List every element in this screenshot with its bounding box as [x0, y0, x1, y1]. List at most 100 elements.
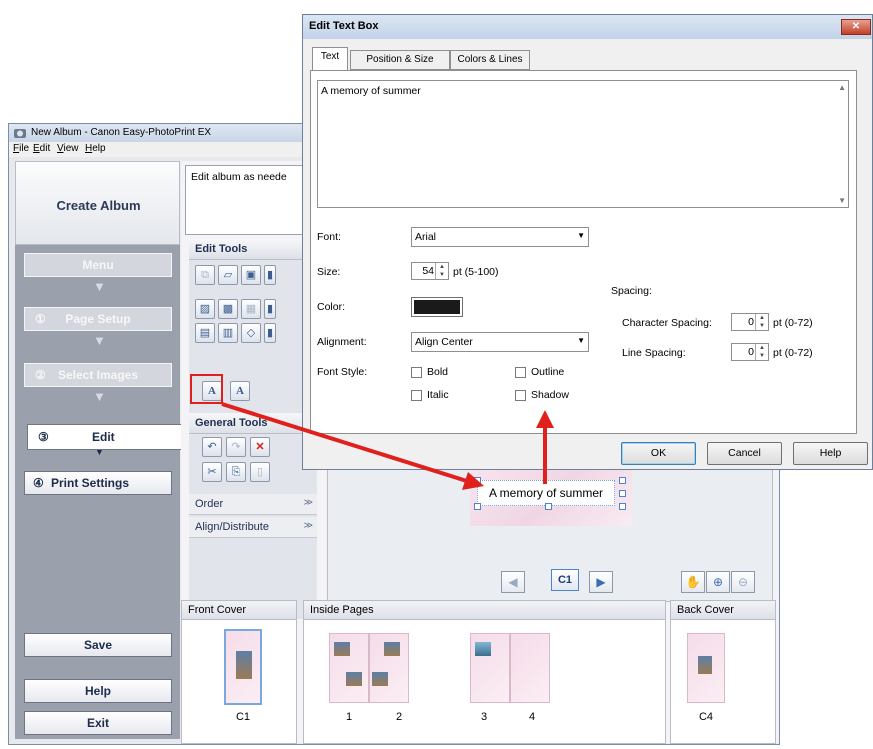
background-icon[interactable]: ▥	[218, 323, 238, 343]
cut-icon[interactable]: ✂	[202, 462, 222, 482]
resize-handle[interactable]	[619, 490, 626, 497]
page-label-2: 2	[395, 711, 403, 723]
alignment-value: Align Center	[415, 336, 473, 348]
frame-icon[interactable]: ▤	[195, 323, 215, 343]
outline-checkbox[interactable]	[515, 367, 526, 378]
order-section[interactable]: Order ≫	[189, 494, 317, 515]
more-tool-icon[interactable]: ▮	[264, 265, 276, 285]
menu-view[interactable]: View	[57, 143, 79, 154]
resize-handle[interactable]	[545, 503, 552, 510]
align-distribute-section[interactable]: Align/Distribute ≫	[189, 517, 317, 538]
alignment-dropdown[interactable]: Align Center ▼	[411, 332, 589, 352]
save-button[interactable]: Save	[24, 633, 172, 657]
back-cover-thumbnail[interactable]	[687, 633, 725, 703]
stepper-arrows-icon[interactable]: ▲ ▼	[755, 314, 768, 330]
stepper-arrows-icon[interactable]: ▲ ▼	[755, 344, 768, 360]
font-dropdown[interactable]: Arial ▼	[411, 227, 589, 247]
close-icon[interactable]: ✕	[841, 19, 871, 35]
ok-button[interactable]: OK	[621, 442, 696, 465]
copy-icon[interactable]: ⧉	[195, 265, 215, 285]
tab-position-size[interactable]: Position & Size	[350, 50, 450, 70]
menu-button[interactable]: Menu	[24, 253, 172, 277]
front-cover-heading: Front Cover	[182, 601, 296, 620]
layout-icon[interactable]: ▣	[241, 265, 261, 285]
front-cover-heading-label: Front Cover	[188, 604, 247, 616]
crop-icon[interactable]: ▦	[241, 299, 261, 319]
page-label-3: 3	[480, 711, 488, 723]
character-spacing-stepper[interactable]: 0 ▲ ▼	[731, 313, 769, 331]
hand-tool-icon[interactable]: ✋	[681, 571, 705, 593]
page-label-4: 4	[528, 711, 536, 723]
app-icon	[14, 129, 26, 138]
page-edit-icon[interactable]: ▱	[218, 265, 238, 285]
resize-handle[interactable]	[619, 503, 626, 510]
font-value: Arial	[415, 231, 437, 243]
italic-checkbox[interactable]	[411, 390, 422, 401]
line-spacing-value: 0	[748, 346, 754, 358]
menu-button-label: Menu	[82, 258, 114, 272]
add-vertical-text-icon[interactable]: A	[230, 381, 250, 401]
inside-page-1-thumbnail[interactable]	[329, 633, 369, 703]
character-spacing-range: pt (0-72)	[773, 317, 813, 329]
scroll-up-icon[interactable]: ▲	[838, 83, 846, 92]
resize-handle[interactable]	[474, 477, 481, 484]
page-indicator: C1	[551, 569, 579, 591]
exit-button[interactable]: Exit	[24, 711, 172, 735]
edit-text-box-dialog: Edit Text Box ✕ Text Position & Size Col…	[302, 14, 873, 470]
resize-handle[interactable]	[474, 503, 481, 510]
previous-page-button[interactable]: ◀	[501, 571, 525, 593]
help-button[interactable]: Help	[793, 442, 868, 465]
copy-icon[interactable]: ⎘	[226, 462, 246, 482]
inside-pages-heading-label: Inside Pages	[310, 604, 374, 616]
select-images-button[interactable]: ② Select Images	[24, 363, 172, 387]
menu-help[interactable]: Help	[85, 143, 106, 154]
line-spacing-stepper[interactable]: 0 ▲ ▼	[731, 343, 769, 361]
more-tool-icon[interactable]: ▮	[264, 299, 276, 319]
stepper-arrows-icon[interactable]: ▲ ▼	[435, 263, 448, 279]
zoom-in-icon[interactable]: ⊕	[706, 571, 730, 593]
dialog-titlebar: Edit Text Box ✕	[303, 15, 872, 39]
inside-pages-section: Inside Pages 1 2 3 4	[303, 600, 666, 744]
text-input-area[interactable]: A memory of summer ▲ ▼	[317, 80, 849, 208]
undo-icon[interactable]: ↶	[202, 437, 222, 457]
scroll-down-icon[interactable]: ▼	[838, 196, 846, 205]
italic-label: Italic	[427, 389, 449, 401]
cancel-button[interactable]: Cancel	[707, 442, 782, 465]
delete-icon[interactable]: ✕	[250, 437, 270, 457]
left-nav: Create Album Menu ▼ ① Page Setup ▼ ② Selec…	[15, 161, 180, 739]
more-tool-icon[interactable]: ▮	[264, 323, 276, 343]
photo	[334, 642, 350, 656]
size-label: Size:	[317, 266, 341, 278]
font-label: Font:	[317, 231, 341, 243]
size-stepper[interactable]: 54 ▲ ▼	[411, 262, 449, 280]
page-setup-button[interactable]: ① Page Setup	[24, 307, 172, 331]
arrow-down-icon: ▼	[93, 333, 106, 348]
edit-step-tab[interactable]: ③ Edit	[27, 424, 182, 450]
tab-colors-lines[interactable]: Colors & Lines	[450, 50, 530, 70]
print-settings-button[interactable]: ④ Print Settings	[24, 471, 172, 495]
photo	[475, 642, 491, 656]
menu-file[interactable]: File	[13, 143, 29, 154]
shadow-checkbox[interactable]	[515, 390, 526, 401]
photo-icon[interactable]: ▩	[218, 299, 238, 319]
menu-edit[interactable]: Edit	[33, 143, 50, 154]
character-spacing-label: Character Spacing:	[622, 317, 712, 329]
image-icon[interactable]: ▨	[195, 299, 215, 319]
shape-icon[interactable]: ◇	[241, 323, 261, 343]
tab-text[interactable]: Text	[312, 47, 348, 71]
back-cover-heading: Back Cover	[671, 601, 775, 620]
inside-page-3-thumbnail[interactable]	[470, 633, 510, 703]
front-cover-thumbnail[interactable]	[224, 629, 262, 705]
help-button[interactable]: Help	[24, 679, 172, 703]
resize-handle[interactable]	[619, 477, 626, 484]
paste-icon[interactable]: ▯	[250, 462, 270, 482]
dialog-title: Edit Text Box	[309, 20, 379, 32]
bold-checkbox[interactable]	[411, 367, 422, 378]
size-range: pt (5-100)	[453, 266, 499, 278]
redo-icon[interactable]: ↷	[226, 437, 246, 457]
next-page-button[interactable]: ▶	[589, 571, 613, 593]
inside-page-2-thumbnail[interactable]	[369, 633, 409, 703]
zoom-out-icon[interactable]: ⊖	[731, 571, 755, 593]
color-button[interactable]	[411, 297, 463, 317]
inside-page-4-thumbnail[interactable]	[510, 633, 550, 703]
